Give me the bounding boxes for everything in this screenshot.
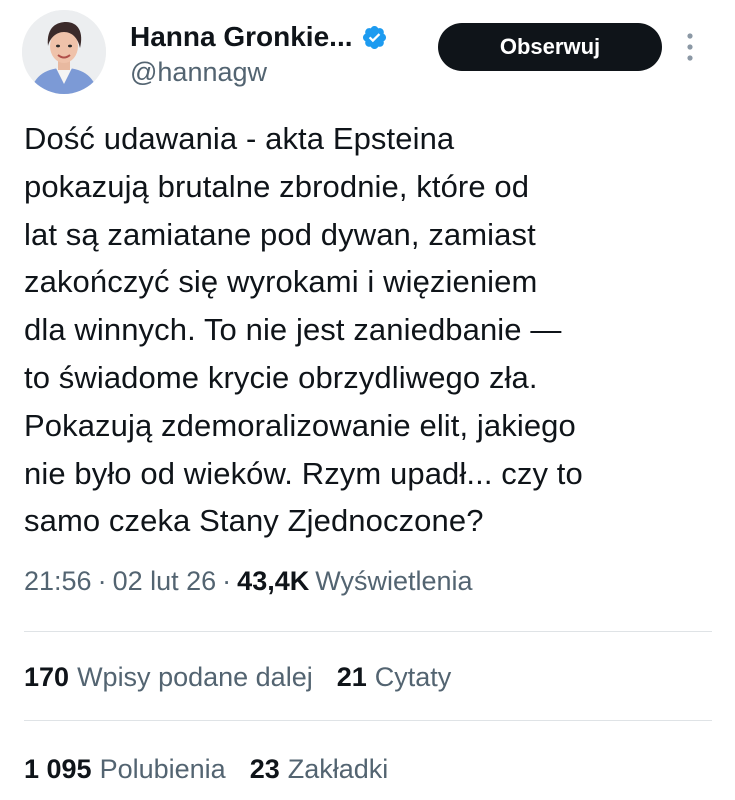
avatar[interactable] xyxy=(22,10,106,94)
tweet-text: Dość udawania - akta Epsteina pokazują b… xyxy=(24,115,714,545)
tweet-detail: Hanna Gronkie... @hannagw Obserwuj Dość … xyxy=(0,0,735,800)
divider xyxy=(24,631,712,632)
likes-stat[interactable]: 1 095 Polubienia xyxy=(24,754,226,785)
tweet-text-line: zakończyć się wyrokami i więzieniem xyxy=(24,264,538,300)
tweet-text-line: pokazują brutalne zbrodnie, które od xyxy=(24,168,530,204)
quotes-stat[interactable]: 21 Cytaty xyxy=(337,662,452,693)
follow-button[interactable]: Obserwuj xyxy=(438,23,662,71)
meta-separator: · xyxy=(97,566,107,596)
tweet-text-line: Dość udawania - akta Epsteina xyxy=(24,121,455,156)
bookmarks-stat[interactable]: 23 Zakładki xyxy=(250,754,389,785)
reposts-count: 170 xyxy=(24,662,70,692)
more-vertical-icon[interactable] xyxy=(680,30,700,64)
tweet-text-line: samo czeka Stany Zjednoczone? xyxy=(24,503,484,539)
tweet-text-line: nie było od wieków. Rzym upadł... czy to xyxy=(24,455,583,491)
bookmarks-count: 23 xyxy=(249,754,280,784)
reposts-label: Wpisy podane dalej xyxy=(77,662,313,692)
tweet-text-line: dla winnych. To nie jest zaniedbanie — xyxy=(24,312,562,348)
meta-separator: · xyxy=(222,566,232,596)
tweet-date[interactable]: 02 lut 26 xyxy=(113,566,217,597)
author-display-name[interactable]: Hanna Gronkie... xyxy=(130,21,353,53)
verified-badge-icon[interactable] xyxy=(361,24,388,51)
views-label[interactable]: Wyświetlenia xyxy=(315,566,472,597)
tweet-meta: 21:56 · 02 lut 26 · 43,4K Wyświetlenia xyxy=(24,566,473,597)
likes-label: Polubienia xyxy=(99,754,226,784)
views-count[interactable]: 43,4K xyxy=(237,566,309,597)
tweet-text-line: Pokazują zdemoralizowanie elit, jakiego xyxy=(24,407,576,443)
avatar-image xyxy=(22,10,106,94)
engagement-row: 170 Wpisy podane dalej 21 Cytaty xyxy=(24,662,475,693)
tweet-text-line: lat są zamiatane pod dywan, zamiast xyxy=(24,216,536,252)
reposts-stat[interactable]: 170 Wpisy podane dalej xyxy=(24,662,313,693)
tweet-text-line: to świadome krycie obrzydliwego zła. xyxy=(24,359,538,395)
tweet-time[interactable]: 21:56 xyxy=(24,566,92,597)
bookmarks-label: Zakładki xyxy=(287,754,389,784)
author-handle[interactable]: @hannagw xyxy=(130,57,267,88)
author-name-row[interactable]: Hanna Gronkie... xyxy=(130,20,388,54)
quotes-count: 21 xyxy=(336,662,367,692)
quotes-label: Cytaty xyxy=(374,662,452,692)
divider xyxy=(24,720,712,721)
engagement-row: 1 095 Polubienia 23 Zakładki xyxy=(24,754,412,785)
likes-count: 1 095 xyxy=(24,754,92,784)
